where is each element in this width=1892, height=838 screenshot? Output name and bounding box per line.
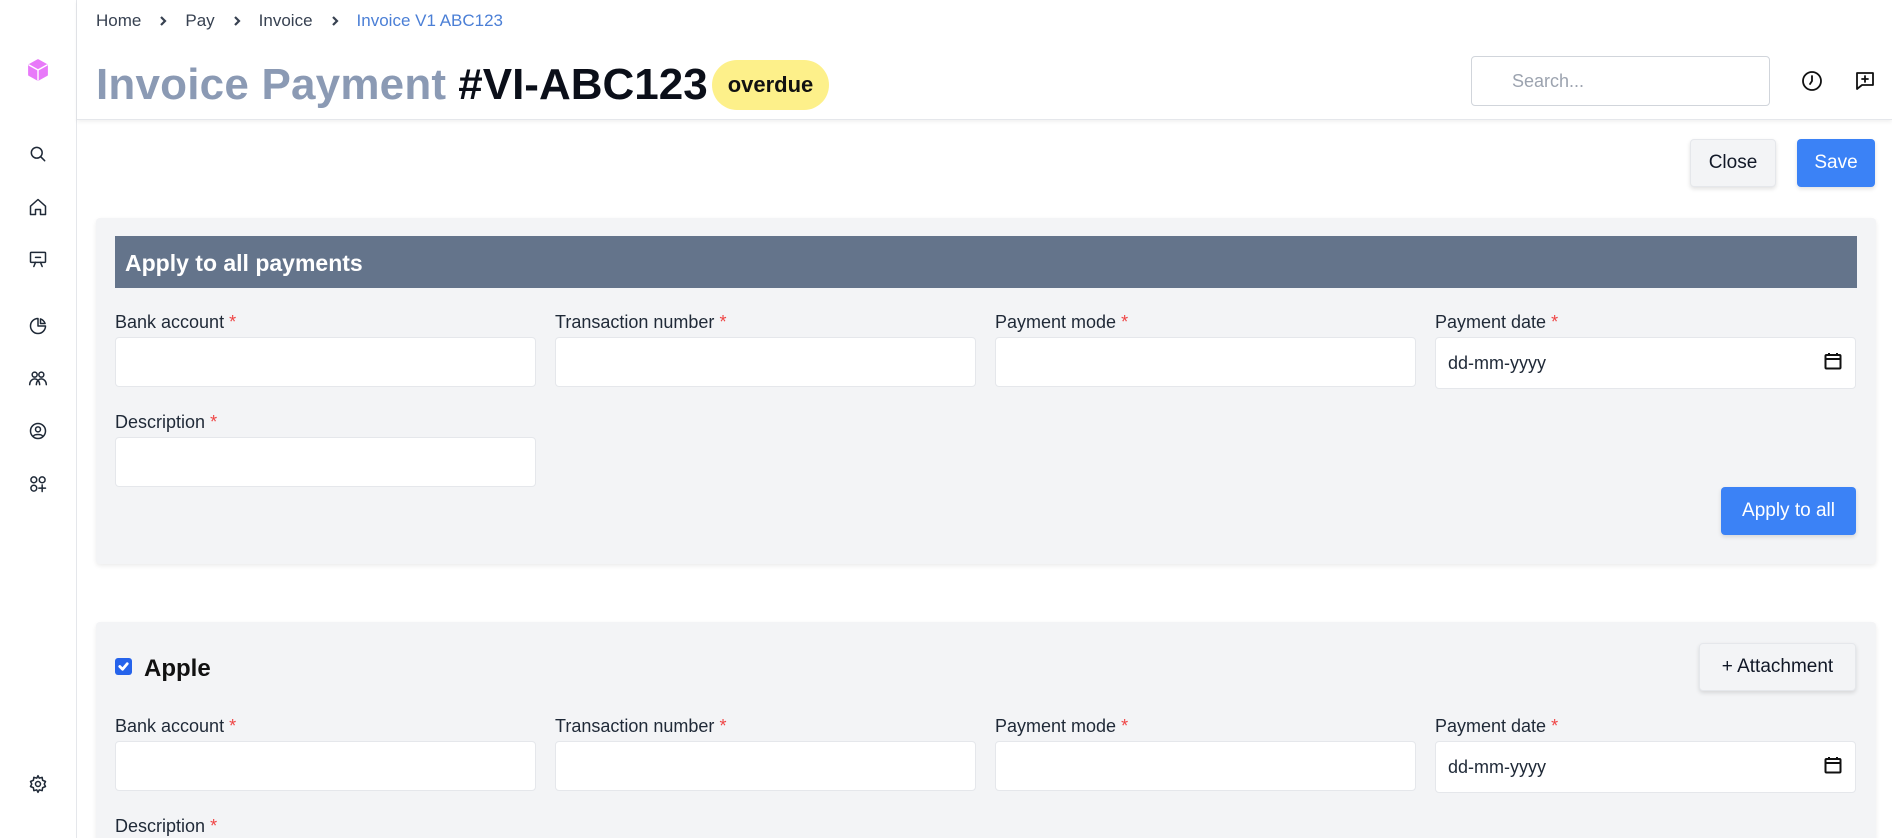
save-button[interactable]: Save xyxy=(1797,139,1875,187)
pie-chart-icon[interactable] xyxy=(26,314,50,338)
transaction-number-input[interactable] xyxy=(555,337,976,387)
transaction-number-label: Transaction number * xyxy=(555,716,727,736)
users-icon[interactable] xyxy=(26,366,50,390)
payment-checkbox[interactable] xyxy=(115,658,132,675)
app-logo-icon[interactable] xyxy=(26,58,50,82)
chevron-right-icon xyxy=(157,15,169,27)
bank-account-label: Bank account * xyxy=(115,312,237,332)
payment-date-input[interactable]: dd-mm-yyyy xyxy=(1435,741,1856,793)
payment-date-label: Payment date * xyxy=(1435,312,1559,332)
page-title: Invoice Payment #VI-ABC123 overdue xyxy=(96,60,830,110)
search-icon[interactable] xyxy=(26,142,50,166)
bank-account-input[interactable] xyxy=(115,741,536,791)
payment-mode-input[interactable] xyxy=(995,741,1416,791)
transaction-number-input[interactable] xyxy=(555,741,976,791)
payment-mode-label: Payment mode * xyxy=(995,312,1129,332)
apply-to-all-card: Apply to all payments Bank account * Tra… xyxy=(96,218,1876,564)
description-label: Description * xyxy=(115,816,218,836)
breadcrumb-home[interactable]: Home xyxy=(96,11,141,31)
comment-add-icon[interactable] xyxy=(1852,68,1878,94)
section-heading: Apply to all payments xyxy=(115,236,1857,288)
sidebar xyxy=(0,0,77,838)
apps-add-icon[interactable] xyxy=(26,472,50,496)
payment-date-input[interactable]: dd-mm-yyyy xyxy=(1435,337,1856,389)
payment-mode-input[interactable] xyxy=(995,337,1416,387)
search-input[interactable] xyxy=(1471,56,1770,106)
user-circle-icon[interactable] xyxy=(26,419,50,443)
add-attachment-button[interactable]: + Attachment xyxy=(1699,643,1856,691)
description-label: Description * xyxy=(115,412,218,432)
page-header: Home Pay Invoice Invoice V1 ABC123 Invoi… xyxy=(77,0,1892,120)
date-placeholder: dd-mm-yyyy xyxy=(1448,756,1546,777)
home-icon[interactable] xyxy=(26,195,50,219)
calendar-icon[interactable] xyxy=(1823,351,1843,376)
payment-mode-label: Payment mode * xyxy=(995,716,1129,736)
chevron-right-icon xyxy=(329,15,341,27)
close-button[interactable]: Close xyxy=(1690,139,1776,187)
payment-card-apple: Apple + Attachment Bank account * Transa… xyxy=(96,622,1876,838)
invoice-id: #VI-ABC123 xyxy=(458,60,708,109)
bank-account-input[interactable] xyxy=(115,337,536,387)
settings-icon[interactable] xyxy=(26,772,50,796)
payment-date-label: Payment date * xyxy=(1435,716,1559,736)
calendar-icon[interactable] xyxy=(1823,755,1843,780)
history-icon[interactable] xyxy=(1799,68,1825,94)
breadcrumb-pay[interactable]: Pay xyxy=(185,11,214,31)
presentation-icon[interactable] xyxy=(26,247,50,271)
page-title-text: Invoice Payment xyxy=(96,60,447,109)
transaction-number-label: Transaction number * xyxy=(555,312,727,332)
bank-account-label: Bank account * xyxy=(115,716,237,736)
breadcrumb: Home Pay Invoice Invoice V1 ABC123 xyxy=(96,11,503,31)
breadcrumb-current: Invoice V1 ABC123 xyxy=(356,11,504,30)
breadcrumb-invoice[interactable]: Invoice xyxy=(259,11,313,31)
status-badge: overdue xyxy=(711,60,830,110)
apply-to-all-button[interactable]: Apply to all xyxy=(1721,487,1856,535)
description-input[interactable] xyxy=(115,437,536,487)
date-placeholder: dd-mm-yyyy xyxy=(1448,352,1546,373)
company-name: Apple xyxy=(144,655,211,682)
chevron-right-icon xyxy=(231,15,243,27)
